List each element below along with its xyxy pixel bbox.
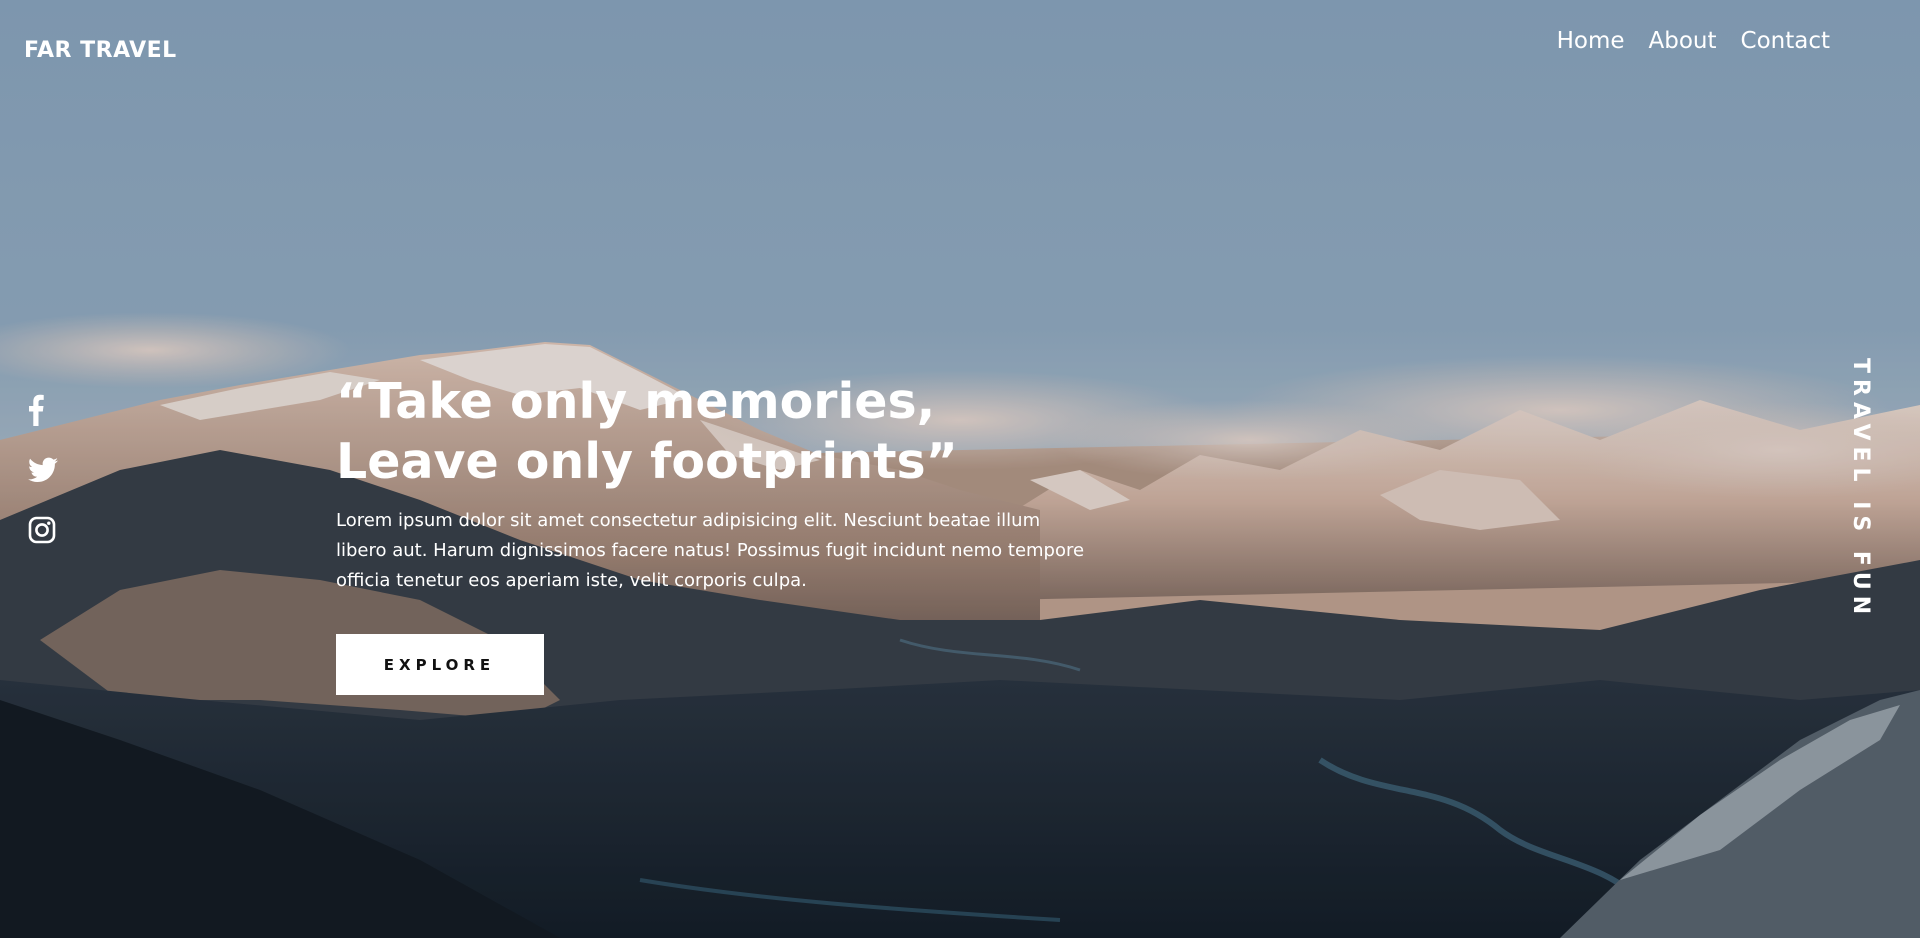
vertical-tagline: TRAVEL IS FUN bbox=[1848, 358, 1873, 621]
hero-heading-line-2: Leave only footprints” bbox=[336, 433, 958, 490]
landing-page: FAR TRAVEL Home About Contact “Take only… bbox=[0, 0, 1920, 938]
hero-heading: “Take only memories, Leave only footprin… bbox=[336, 372, 1096, 492]
nav-link-contact[interactable]: Contact bbox=[1741, 28, 1830, 54]
main-nav: Home About Contact bbox=[1557, 28, 1830, 54]
hero-heading-line-1: “Take only memories, bbox=[336, 373, 936, 430]
nav-link-about[interactable]: About bbox=[1649, 28, 1717, 54]
twitter-icon[interactable] bbox=[28, 453, 58, 487]
hero-content: “Take only memories, Leave only footprin… bbox=[336, 372, 1096, 695]
hero-description: Lorem ipsum dolor sit amet consectetur a… bbox=[336, 510, 1085, 591]
facebook-icon[interactable] bbox=[28, 393, 58, 427]
nav-link-home[interactable]: Home bbox=[1557, 28, 1625, 54]
site-logo[interactable]: FAR TRAVEL bbox=[24, 38, 177, 63]
explore-button[interactable]: EXPLORE bbox=[336, 634, 544, 695]
instagram-icon[interactable] bbox=[28, 513, 58, 547]
social-links bbox=[28, 393, 58, 547]
